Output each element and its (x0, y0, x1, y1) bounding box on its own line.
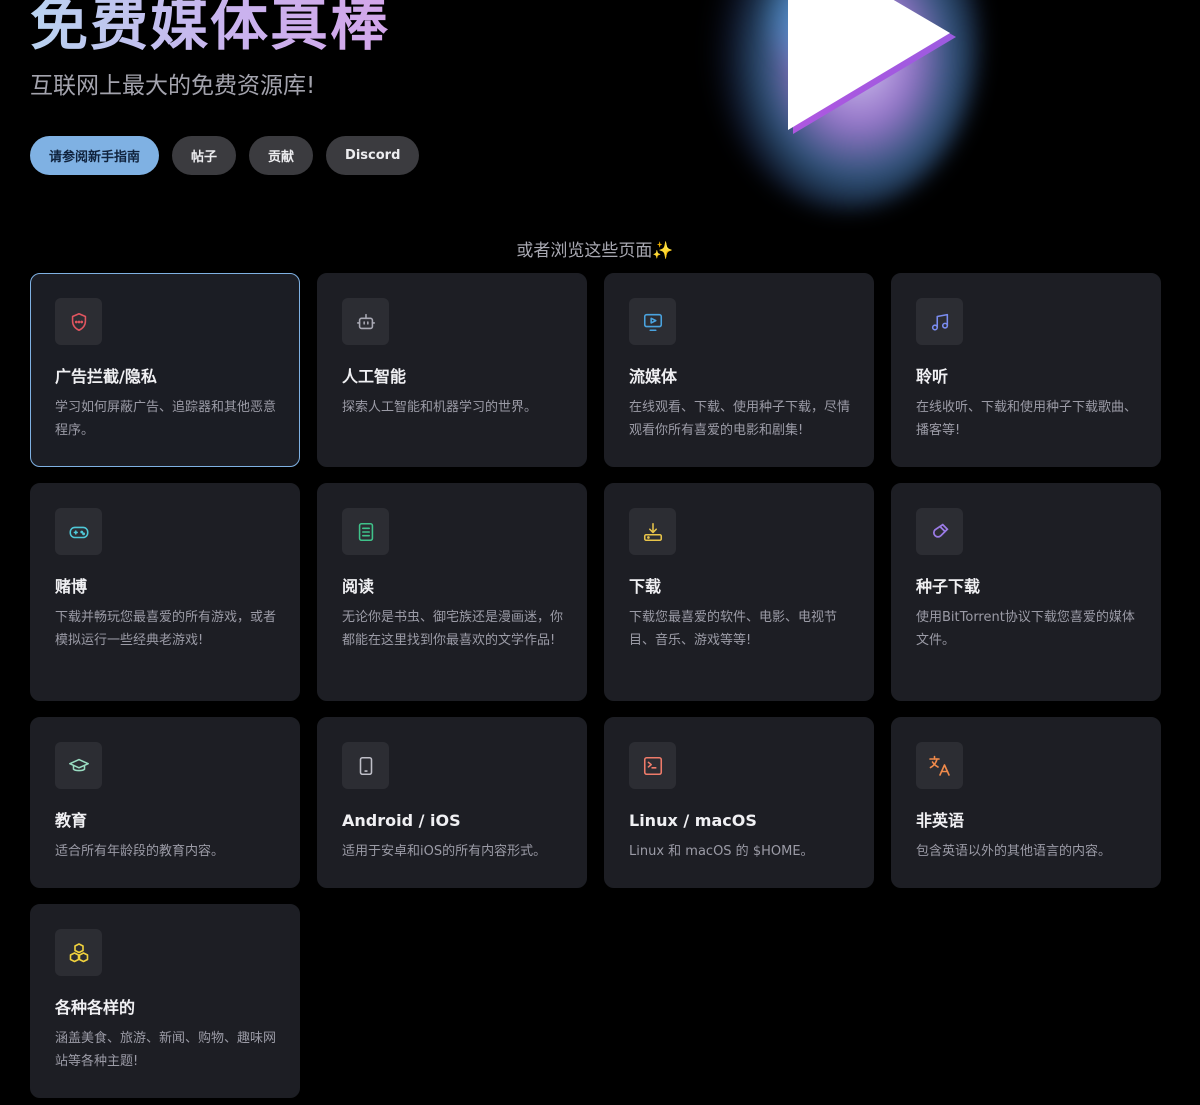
card-title: 各种各样的 (55, 998, 136, 1017)
magnet-icon (916, 508, 963, 555)
terminal-icon (629, 742, 676, 789)
contribute-button[interactable]: 贡献 (249, 136, 314, 175)
play-logo (640, 0, 1060, 215)
card-ai[interactable]: 人工智能 探索人工智能和机器学习的世界。 (317, 273, 587, 467)
hero-title: 免费媒体真棒 (30, 0, 390, 60)
card-linux-macos[interactable]: Linux / macOS Linux 和 macOS 的 $HOME。 (604, 717, 874, 888)
hero-actions: 请参阅新手指南 帖子 贡献 Discord (30, 136, 420, 175)
discord-button[interactable]: Discord (326, 136, 420, 175)
book-icon (342, 508, 389, 555)
card-description: 下载您最喜爱的软件、电影、电视节目、音乐、游戏等等! (629, 610, 838, 648)
card-description: 包含英语以外的其他语言的内容。 (916, 844, 1112, 859)
card-title: Android / iOS (342, 811, 461, 830)
card-downloads[interactable]: 下载 下载您最喜爱的软件、电影、电视节目、音乐、游戏等等! (604, 483, 874, 701)
card-title: 广告拦截/隐私 (55, 367, 157, 386)
card-title: 阅读 (342, 577, 375, 596)
cubes-icon (55, 929, 102, 976)
card-gaming[interactable]: 赌博 下载并畅玩您最喜爱的所有游戏，或者模拟运行一些经典老游戏! (30, 483, 300, 701)
graduation-cap-icon (55, 742, 102, 789)
gamepad-icon (55, 508, 102, 555)
translate-icon (916, 742, 963, 789)
card-listening[interactable]: 聆听 在线收听、下载和使用种子下载歌曲、播客等! (891, 273, 1161, 467)
card-description: 下载并畅玩您最喜爱的所有游戏，或者模拟运行一些经典老游戏! (55, 610, 277, 648)
card-title: 人工智能 (342, 367, 407, 386)
card-android-ios[interactable]: Android / iOS 适用于安卓和iOS的所有内容形式。 (317, 717, 587, 888)
play-icon (788, 0, 956, 134)
card-miscellaneous[interactable]: 各种各样的 涵盖美食、旅游、新闻、购物、趣味网站等各种主题! (30, 904, 300, 1098)
card-description: 学习如何屏蔽广告、追踪器和其他恶意程序。 (55, 400, 277, 438)
card-title: Linux / macOS (629, 811, 757, 830)
card-torrenting[interactable]: 种子下载 使用BitTorrent协议下载您喜爱的媒体文件。 (891, 483, 1161, 701)
phone-icon (342, 742, 389, 789)
card-streaming[interactable]: 流媒体 在线观看、下载、使用种子下载，尽情观看你所有喜爱的电影和剧集! (604, 273, 874, 467)
card-title: 教育 (55, 811, 88, 830)
getting-started-button[interactable]: 请参阅新手指南 (30, 136, 160, 175)
card-description: 探索人工智能和机器学习的世界。 (342, 400, 538, 415)
card-reading[interactable]: 阅读 无论你是书虫、御宅族还是漫画迷，你都能在这里找到你最喜欢的文学作品! (317, 483, 587, 701)
card-description: 适用于安卓和iOS的所有内容形式。 (342, 844, 547, 859)
card-description: 无论你是书虫、御宅族还是漫画迷，你都能在这里找到你最喜欢的文学作品! (342, 610, 564, 648)
card-education[interactable]: 教育 适合所有年龄段的教育内容。 (30, 717, 300, 888)
card-description: 使用BitTorrent协议下载您喜爱的媒体文件。 (916, 610, 1135, 648)
card-description: 适合所有年龄段的教育内容。 (55, 844, 225, 859)
card-non-english[interactable]: 非英语 包含英语以外的其他语言的内容。 (891, 717, 1161, 888)
browse-heading: 或者浏览这些页面✨ (516, 241, 674, 261)
posts-button[interactable]: 帖子 (172, 136, 237, 175)
download-tray-icon (629, 508, 676, 555)
shield-icon (55, 298, 102, 345)
card-title: 聆听 (916, 367, 949, 386)
robot-icon (342, 298, 389, 345)
card-description: 涵盖美食、旅游、新闻、购物、趣味网站等各种主题! (55, 1031, 277, 1069)
card-adblock-privacy[interactable]: 广告拦截/隐私 学习如何屏蔽广告、追踪器和其他恶意程序。 (30, 273, 300, 467)
music-note-icon (916, 298, 963, 345)
monitor-play-icon (629, 298, 676, 345)
card-title: 种子下载 (916, 577, 981, 596)
card-description: 在线观看、下载、使用种子下载，尽情观看你所有喜爱的电影和剧集! (629, 400, 851, 438)
hero-subtitle: 互联网上最大的免费资源库! (30, 73, 316, 99)
card-title: 非英语 (916, 811, 965, 830)
card-description: 在线收听、下载和使用种子下载歌曲、播客等! (916, 400, 1138, 438)
page: 免费媒体真棒 互联网上最大的免费资源库! 请参阅新手指南 帖子 贡献 Disco… (0, 0, 1200, 1105)
card-title: 赌博 (55, 577, 88, 596)
card-description: Linux 和 macOS 的 $HOME。 (629, 844, 814, 859)
card-title: 下载 (629, 577, 662, 596)
card-title: 流媒体 (629, 367, 678, 386)
